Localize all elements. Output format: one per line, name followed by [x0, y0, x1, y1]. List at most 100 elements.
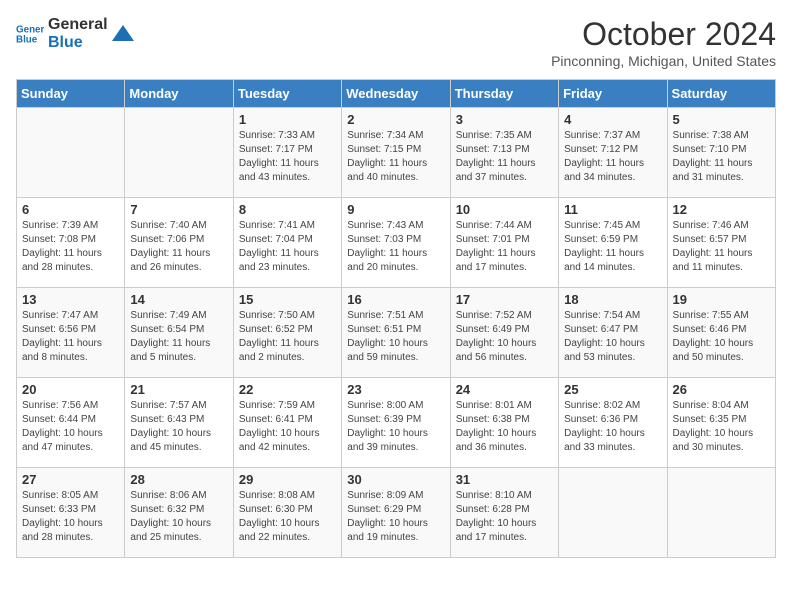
day-number: 8	[239, 202, 336, 217]
day-info: Sunrise: 7:59 AM Sunset: 6:41 PM Dayligh…	[239, 399, 336, 455]
day-info: Sunrise: 8:05 AM Sunset: 6:33 PM Dayligh…	[22, 489, 119, 545]
weekday-header-row: SundayMondayTuesdayWednesdayThursdayFrid…	[17, 80, 776, 108]
day-info: Sunrise: 8:02 AM Sunset: 6:36 PM Dayligh…	[564, 399, 661, 455]
calendar-cell: 11Sunrise: 7:45 AM Sunset: 6:59 PM Dayli…	[559, 198, 667, 288]
logo: General Blue General Blue	[16, 16, 134, 53]
day-info: Sunrise: 8:00 AM Sunset: 6:39 PM Dayligh…	[347, 399, 444, 455]
calendar-cell: 31Sunrise: 8:10 AM Sunset: 6:28 PM Dayli…	[450, 468, 558, 558]
calendar-cell: 5 Sunrise: 7:38 AM Sunset: 7:10 PM Daylig…	[667, 108, 775, 198]
calendar-cell: 24 Sunrise: 8:01 AM Sunset: 6:38 PM Dayli…	[450, 378, 558, 468]
calendar-cell: 18 Sunrise: 7:54 AM Sunset: 6:47 PM Dayli…	[559, 288, 667, 378]
day-info: Sunrise: 7:41 AM Sunset: 7:04 PM Dayligh…	[239, 219, 336, 275]
day-info: Sunrise: 7:54 AM Sunset: 6:47 PM Dayligh…	[564, 309, 661, 365]
calendar-cell: 3 Sunrise: 7:35 AM Sunset: 7:13 PM Daylig…	[450, 108, 558, 198]
calendar-cell: 14Sunrise: 7:49 AM Sunset: 6:54 PM Dayli…	[125, 288, 233, 378]
day-info: Sunrise: 8:09 AM Sunset: 6:29 PM Dayligh…	[347, 489, 444, 545]
day-number: 16	[347, 292, 444, 307]
day-number: 28	[130, 472, 227, 487]
day-info: Sunrise: 7:56 AM Sunset: 6:44 PM Dayligh…	[22, 399, 119, 455]
calendar-cell: 2Sunrise: 7:34 AM Sunset: 7:15 PM Daylig…	[342, 108, 450, 198]
calendar-table: SundayMondayTuesdayWednesdayThursdayFrid…	[16, 79, 776, 558]
day-info: Sunrise: 7:55 AM Sunset: 6:46 PM Dayligh…	[673, 309, 770, 365]
day-info: Sunrise: 7:52 AM Sunset: 6:49 PM Dayligh…	[456, 309, 553, 365]
day-number: 2	[347, 112, 444, 127]
day-info: Sunrise: 8:10 AM Sunset: 6:28 PM Dayligh…	[456, 489, 553, 545]
calendar-cell: 10 Sunrise: 7:44 AM Sunset: 7:01 PM Dayli…	[450, 198, 558, 288]
day-number: 21	[130, 382, 227, 397]
calendar-cell: 12Sunrise: 7:46 AM Sunset: 6:57 PM Dayli…	[667, 198, 775, 288]
weekday-header-monday: Monday	[125, 80, 233, 108]
week-row-2: 6 Sunrise: 7:39 AM Sunset: 7:08 PM Daylig…	[17, 198, 776, 288]
day-info: Sunrise: 7:51 AM Sunset: 6:51 PM Dayligh…	[347, 309, 444, 365]
calendar-cell: 4Sunrise: 7:37 AM Sunset: 7:12 PM Daylig…	[559, 108, 667, 198]
day-info: Sunrise: 7:38 AM Sunset: 7:10 PM Dayligh…	[673, 129, 770, 185]
weekday-header-sunday: Sunday	[17, 80, 125, 108]
day-number: 6	[22, 202, 119, 217]
weekday-header-thursday: Thursday	[450, 80, 558, 108]
calendar-cell: 27 Sunrise: 8:05 AM Sunset: 6:33 PM Dayli…	[17, 468, 125, 558]
day-info: Sunrise: 7:37 AM Sunset: 7:12 PM Dayligh…	[564, 129, 661, 185]
day-number: 10	[456, 202, 553, 217]
day-number: 13	[22, 292, 119, 307]
day-number: 24	[456, 382, 553, 397]
calendar-cell: 29Sunrise: 8:08 AM Sunset: 6:30 PM Dayli…	[233, 468, 341, 558]
calendar-cell	[559, 468, 667, 558]
calendar-cell: 7Sunrise: 7:40 AM Sunset: 7:06 PM Daylig…	[125, 198, 233, 288]
day-info: Sunrise: 8:01 AM Sunset: 6:38 PM Dayligh…	[456, 399, 553, 455]
calendar-cell: 15Sunrise: 7:50 AM Sunset: 6:52 PM Dayli…	[233, 288, 341, 378]
day-number: 17	[456, 292, 553, 307]
weekday-header-tuesday: Tuesday	[233, 80, 341, 108]
day-info: Sunrise: 8:08 AM Sunset: 6:30 PM Dayligh…	[239, 489, 336, 545]
calendar-cell: 20 Sunrise: 7:56 AM Sunset: 6:44 PM Dayli…	[17, 378, 125, 468]
day-number: 19	[673, 292, 770, 307]
day-info: Sunrise: 7:44 AM Sunset: 7:01 PM Dayligh…	[456, 219, 553, 275]
week-row-1: 1 Sunrise: 7:33 AM Sunset: 7:17 PM Daylig…	[17, 108, 776, 198]
day-number: 26	[673, 382, 770, 397]
calendar-cell: 1 Sunrise: 7:33 AM Sunset: 7:17 PM Daylig…	[233, 108, 341, 198]
day-number: 27	[22, 472, 119, 487]
calendar-title: October 2024	[551, 16, 776, 53]
logo-line1: General	[48, 16, 108, 34]
day-number: 30	[347, 472, 444, 487]
calendar-cell: 17 Sunrise: 7:52 AM Sunset: 6:49 PM Dayli…	[450, 288, 558, 378]
day-number: 9	[347, 202, 444, 217]
day-info: Sunrise: 7:35 AM Sunset: 7:13 PM Dayligh…	[456, 129, 553, 185]
day-number: 5	[673, 112, 770, 127]
calendar-cell: 25 Sunrise: 8:02 AM Sunset: 6:36 PM Dayli…	[559, 378, 667, 468]
day-info: Sunrise: 7:45 AM Sunset: 6:59 PM Dayligh…	[564, 219, 661, 275]
week-row-5: 27 Sunrise: 8:05 AM Sunset: 6:33 PM Dayli…	[17, 468, 776, 558]
day-number: 20	[22, 382, 119, 397]
logo-line2: Blue	[48, 34, 108, 52]
calendar-cell	[667, 468, 775, 558]
day-info: Sunrise: 7:57 AM Sunset: 6:43 PM Dayligh…	[130, 399, 227, 455]
calendar-cell: 26 Sunrise: 8:04 AM Sunset: 6:35 PM Dayli…	[667, 378, 775, 468]
calendar-cell	[125, 108, 233, 198]
day-info: Sunrise: 7:40 AM Sunset: 7:06 PM Dayligh…	[130, 219, 227, 275]
day-number: 3	[456, 112, 553, 127]
logo-triangle-icon	[112, 23, 134, 45]
day-info: Sunrise: 7:33 AM Sunset: 7:17 PM Dayligh…	[239, 129, 336, 185]
calendar-subtitle: Pinconning, Michigan, United States	[551, 53, 776, 69]
weekday-header-friday: Friday	[559, 80, 667, 108]
day-number: 14	[130, 292, 227, 307]
title-block: October 2024 Pinconning, Michigan, Unite…	[551, 16, 776, 69]
calendar-cell: 6 Sunrise: 7:39 AM Sunset: 7:08 PM Daylig…	[17, 198, 125, 288]
calendar-header: SundayMondayTuesdayWednesdayThursdayFrid…	[17, 80, 776, 108]
day-info: Sunrise: 8:06 AM Sunset: 6:32 PM Dayligh…	[130, 489, 227, 545]
calendar-cell: 9Sunrise: 7:43 AM Sunset: 7:03 PM Daylig…	[342, 198, 450, 288]
calendar-cell: 23 Sunrise: 8:00 AM Sunset: 6:39 PM Dayli…	[342, 378, 450, 468]
day-number: 18	[564, 292, 661, 307]
calendar-cell: 28 Sunrise: 8:06 AM Sunset: 6:32 PM Dayli…	[125, 468, 233, 558]
week-row-3: 13Sunrise: 7:47 AM Sunset: 6:56 PM Dayli…	[17, 288, 776, 378]
calendar-body: 1 Sunrise: 7:33 AM Sunset: 7:17 PM Daylig…	[17, 108, 776, 558]
day-info: Sunrise: 7:39 AM Sunset: 7:08 PM Dayligh…	[22, 219, 119, 275]
day-number: 23	[347, 382, 444, 397]
day-info: Sunrise: 8:04 AM Sunset: 6:35 PM Dayligh…	[673, 399, 770, 455]
day-number: 15	[239, 292, 336, 307]
week-row-4: 20 Sunrise: 7:56 AM Sunset: 6:44 PM Dayli…	[17, 378, 776, 468]
weekday-header-saturday: Saturday	[667, 80, 775, 108]
day-number: 1	[239, 112, 336, 127]
calendar-cell	[17, 108, 125, 198]
day-number: 25	[564, 382, 661, 397]
calendar-cell: 16 Sunrise: 7:51 AM Sunset: 6:51 PM Dayli…	[342, 288, 450, 378]
